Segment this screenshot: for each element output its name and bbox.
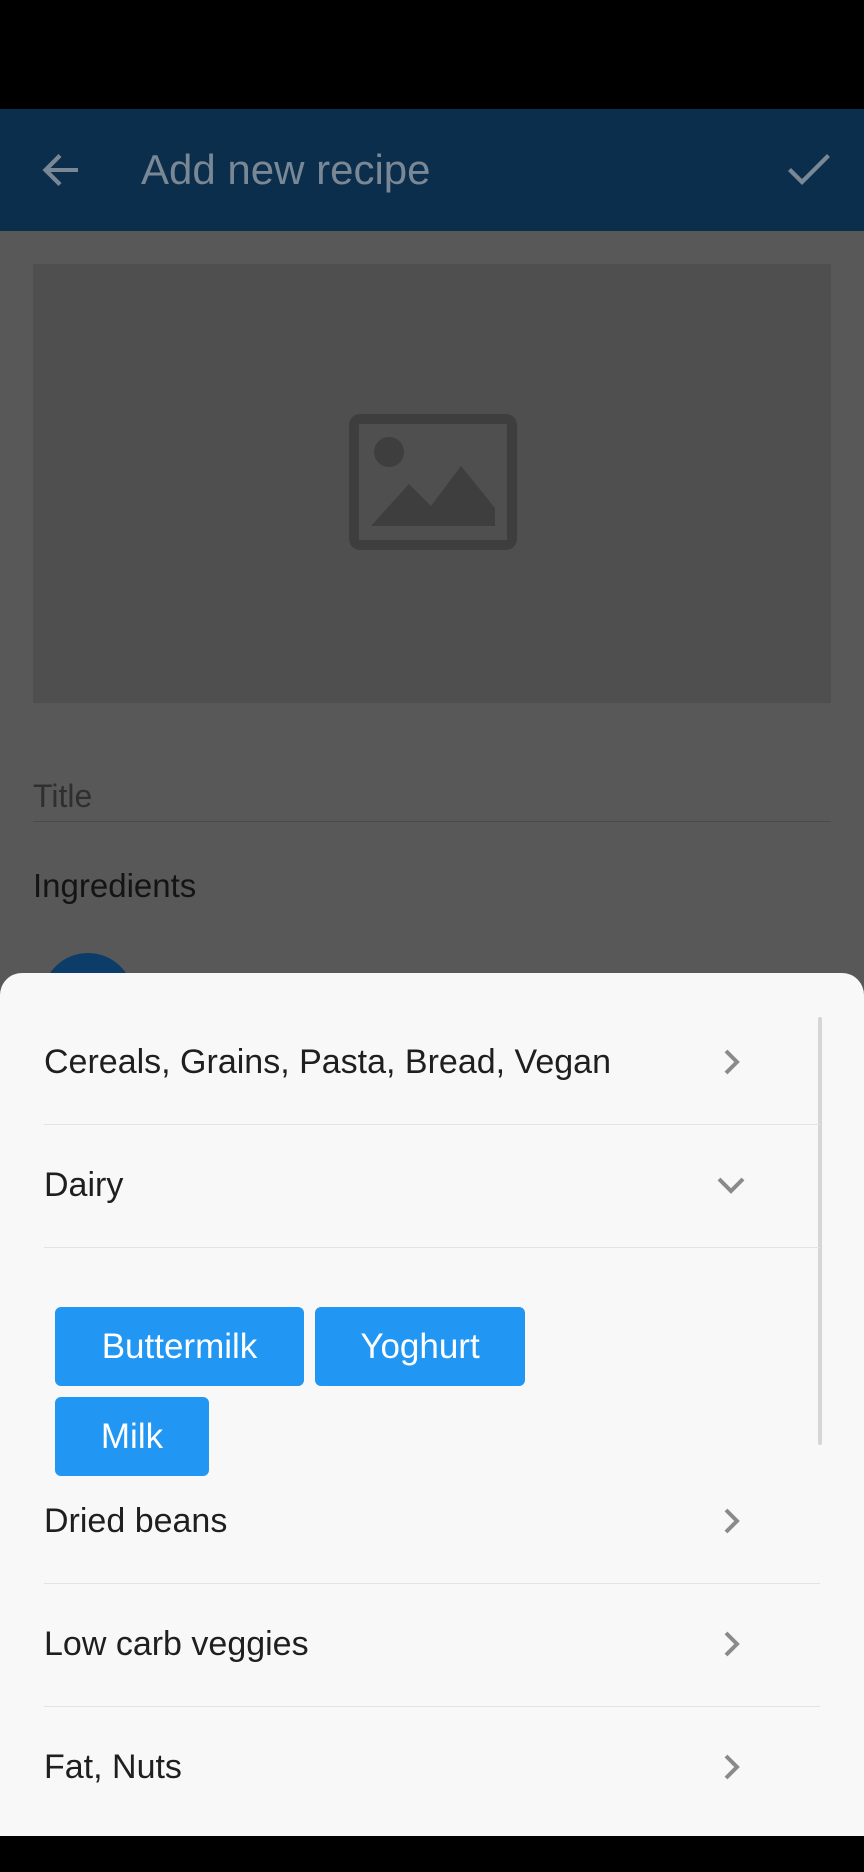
category-label: Fat, Nuts [44,1748,182,1786]
category-row-dairy[interactable]: Dairy [44,1124,820,1248]
ingredient-category-sheet: Cereals, Grains, Pasta, Bread, Vegan Dai… [0,973,864,1836]
chevron-right-icon [714,1045,748,1079]
category-row-low-carb-veggies[interactable]: Low carb veggies [44,1583,820,1707]
chevron-right-icon [714,1627,748,1661]
category-label: Low carb veggies [44,1625,309,1663]
app-bar: Add new recipe [0,109,864,231]
category-row-cereals[interactable]: Cereals, Grains, Pasta, Bread, Vegan [44,1001,820,1125]
image-placeholder-icon [349,414,517,550]
chevron-down-icon [714,1168,748,1202]
navigation-bar [0,1836,864,1872]
chevron-right-icon [714,1750,748,1784]
chip-yoghurt[interactable]: Yoghurt [315,1307,525,1386]
chevron-right-icon [714,1504,748,1538]
page-title: Add new recipe [141,146,431,193]
ingredients-label: Ingredients [33,867,197,904]
category-label: Dried beans [44,1502,228,1540]
recipe-image-picker[interactable] [33,264,831,703]
category-row-fat-nuts[interactable]: Fat, Nuts [44,1706,820,1829]
status-bar [0,0,864,109]
title-input[interactable] [33,771,831,822]
check-icon[interactable] [784,145,834,195]
chip-buttermilk[interactable]: Buttermilk [55,1307,304,1386]
category-label: Dairy [44,1166,124,1204]
category-label: Cereals, Grains, Pasta, Bread, Vegan [44,1043,611,1081]
category-row-dried-beans[interactable]: Dried beans [44,1460,820,1584]
arrow-left-icon[interactable] [36,145,86,195]
